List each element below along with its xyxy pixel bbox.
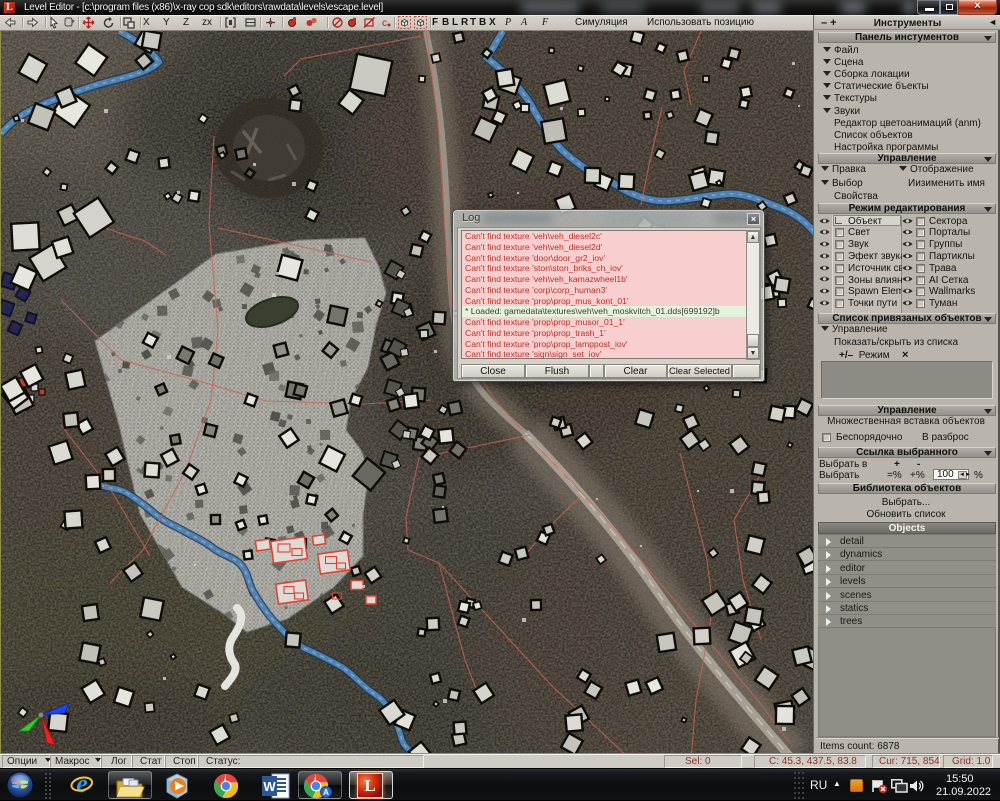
svg-text:e: e <box>76 769 88 798</box>
svg-text:W: W <box>263 779 276 794</box>
svg-text:c: c <box>382 18 387 29</box>
